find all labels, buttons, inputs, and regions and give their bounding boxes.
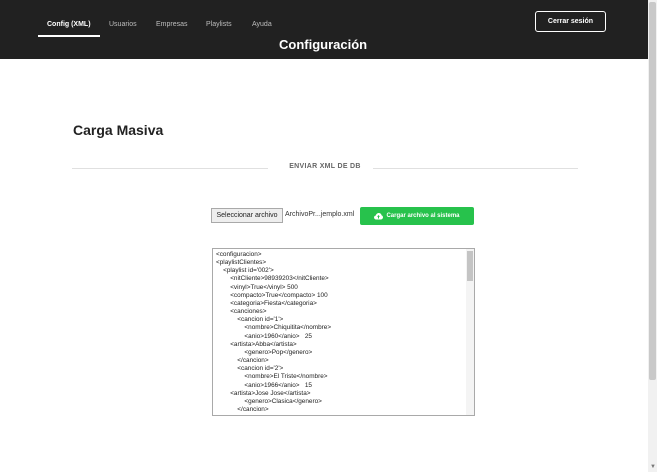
scroll-down-arrow-icon[interactable]: ▼ (650, 464, 656, 470)
file-upload-row: Seleccionar archivo ArchivoPr...jemplo.x… (211, 207, 481, 225)
upload-button-label: Cargar archivo al sistema (386, 213, 460, 219)
divider-line-right (373, 168, 578, 169)
xml-textarea[interactable]: <configuracion> <playlistClientes> <play… (212, 248, 475, 416)
nav-item-config-xml[interactable]: Config (XML) (47, 21, 91, 28)
xml-textarea-scrollbar-thumb[interactable] (467, 251, 473, 281)
top-navbar: Config (XML) Usuarios Empresas Playlists… (0, 0, 648, 59)
section-divider: ENVIAR XML DE DB (72, 163, 578, 173)
nav-item-usuarios[interactable]: Usuarios (109, 21, 137, 28)
xml-textarea-scrollbar[interactable] (466, 249, 474, 415)
section-title: Carga Masiva (73, 122, 164, 138)
nav-item-empresas[interactable]: Empresas (156, 21, 188, 28)
xml-content[interactable]: <configuracion> <playlistClientes> <play… (216, 251, 464, 414)
upload-file-button[interactable]: Cargar archivo al sistema (360, 207, 474, 225)
cloud-upload-icon (374, 212, 384, 220)
page-title: Configuración (279, 37, 368, 52)
page-scrollbar[interactable]: ▼ (648, 0, 657, 472)
nav-item-playlists[interactable]: Playlists (206, 21, 232, 28)
page-scrollbar-thumb[interactable] (649, 2, 656, 380)
choose-file-button[interactable]: Seleccionar archivo (211, 208, 283, 223)
selected-file-name: ArchivoPr...jemplo.xml (285, 211, 355, 218)
active-tab-underline (38, 35, 100, 37)
logout-button[interactable]: Cerrar sesión (535, 11, 606, 32)
nav-item-ayuda[interactable]: Ayuda (252, 21, 272, 28)
